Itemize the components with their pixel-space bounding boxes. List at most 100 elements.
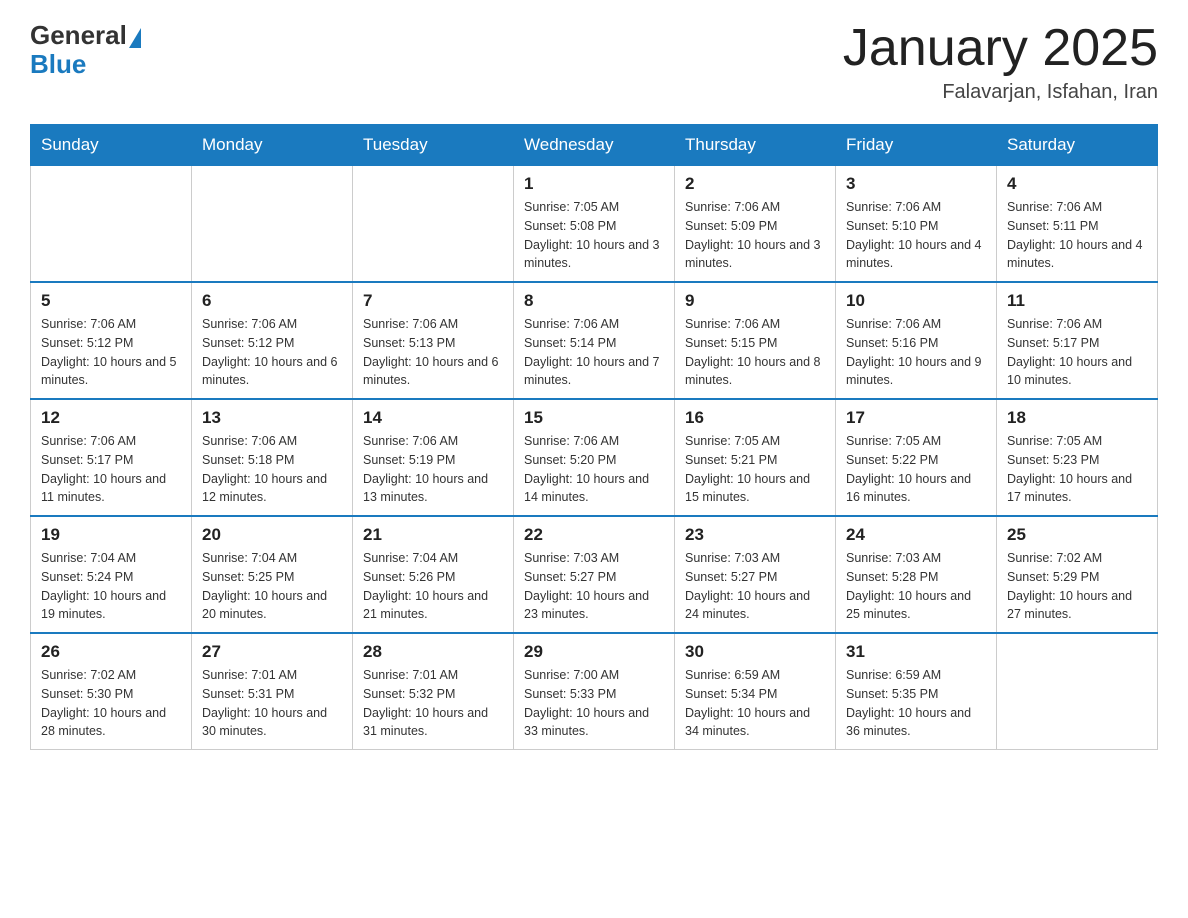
weekday-header-thursday: Thursday xyxy=(675,125,836,166)
day-info: Sunrise: 7:03 AMSunset: 5:27 PMDaylight:… xyxy=(685,549,825,624)
day-info: Sunrise: 7:06 AMSunset: 5:09 PMDaylight:… xyxy=(685,198,825,273)
day-number: 25 xyxy=(1007,525,1147,545)
day-number: 12 xyxy=(41,408,181,428)
day-info: Sunrise: 7:06 AMSunset: 5:16 PMDaylight:… xyxy=(846,315,986,390)
day-number: 23 xyxy=(685,525,825,545)
location-text: Falavarjan, Isfahan, Iran xyxy=(843,81,1158,104)
day-number: 4 xyxy=(1007,174,1147,194)
day-number: 3 xyxy=(846,174,986,194)
day-info: Sunrise: 7:06 AMSunset: 5:15 PMDaylight:… xyxy=(685,315,825,390)
day-info: Sunrise: 7:06 AMSunset: 5:18 PMDaylight:… xyxy=(202,432,342,507)
weekday-header-sunday: Sunday xyxy=(31,125,192,166)
day-info: Sunrise: 7:01 AMSunset: 5:32 PMDaylight:… xyxy=(363,666,503,741)
day-info: Sunrise: 7:05 AMSunset: 5:22 PMDaylight:… xyxy=(846,432,986,507)
day-info: Sunrise: 7:04 AMSunset: 5:25 PMDaylight:… xyxy=(202,549,342,624)
day-info: Sunrise: 7:01 AMSunset: 5:31 PMDaylight:… xyxy=(202,666,342,741)
calendar-cell: 8 Sunrise: 7:06 AMSunset: 5:14 PMDaylight… xyxy=(514,282,675,399)
calendar-cell xyxy=(192,166,353,283)
calendar-header: SundayMondayTuesdayWednesdayThursdayFrid… xyxy=(31,125,1158,166)
day-info: Sunrise: 7:06 AMSunset: 5:11 PMDaylight:… xyxy=(1007,198,1147,273)
day-info: Sunrise: 6:59 AMSunset: 5:35 PMDaylight:… xyxy=(846,666,986,741)
calendar-cell: 5 Sunrise: 7:06 AMSunset: 5:12 PMDaylight… xyxy=(31,282,192,399)
day-number: 5 xyxy=(41,291,181,311)
logo: General Blue xyxy=(30,20,141,77)
page-header: General Blue January 2025 Falavarjan, Is… xyxy=(30,20,1158,104)
calendar-cell: 4 Sunrise: 7:06 AMSunset: 5:11 PMDaylight… xyxy=(997,166,1158,283)
calendar-cell: 7 Sunrise: 7:06 AMSunset: 5:13 PMDaylight… xyxy=(353,282,514,399)
calendar-week-row: 5 Sunrise: 7:06 AMSunset: 5:12 PMDaylight… xyxy=(31,282,1158,399)
calendar-cell: 1Sunrise: 7:05 AMSunset: 5:08 PMDaylight… xyxy=(514,166,675,283)
weekday-header-friday: Friday xyxy=(836,125,997,166)
calendar-cell: 25Sunrise: 7:02 AMSunset: 5:29 PMDayligh… xyxy=(997,516,1158,633)
day-info: Sunrise: 7:06 AMSunset: 5:19 PMDaylight:… xyxy=(363,432,503,507)
day-number: 16 xyxy=(685,408,825,428)
day-number: 8 xyxy=(524,291,664,311)
calendar-cell: 29Sunrise: 7:00 AMSunset: 5:33 PMDayligh… xyxy=(514,633,675,750)
day-number: 18 xyxy=(1007,408,1147,428)
day-number: 24 xyxy=(846,525,986,545)
day-info: Sunrise: 7:06 AMSunset: 5:13 PMDaylight:… xyxy=(363,315,503,390)
day-info: Sunrise: 7:05 AMSunset: 5:21 PMDaylight:… xyxy=(685,432,825,507)
day-info: Sunrise: 7:00 AMSunset: 5:33 PMDaylight:… xyxy=(524,666,664,741)
day-info: Sunrise: 6:59 AMSunset: 5:34 PMDaylight:… xyxy=(685,666,825,741)
calendar-cell: 16 Sunrise: 7:05 AMSunset: 5:21 PMDayligh… xyxy=(675,399,836,516)
day-number: 30 xyxy=(685,642,825,662)
day-number: 19 xyxy=(41,525,181,545)
day-number: 14 xyxy=(363,408,503,428)
day-number: 13 xyxy=(202,408,342,428)
calendar-cell: 12 Sunrise: 7:06 AMSunset: 5:17 PMDayligh… xyxy=(31,399,192,516)
calendar-cell: 9 Sunrise: 7:06 AMSunset: 5:15 PMDaylight… xyxy=(675,282,836,399)
day-number: 22 xyxy=(524,525,664,545)
day-info: Sunrise: 7:02 AMSunset: 5:30 PMDaylight:… xyxy=(41,666,181,741)
day-number: 15 xyxy=(524,408,664,428)
calendar-cell: 18Sunrise: 7:05 AMSunset: 5:23 PMDayligh… xyxy=(997,399,1158,516)
calendar-cell: 19Sunrise: 7:04 AMSunset: 5:24 PMDayligh… xyxy=(31,516,192,633)
day-number: 7 xyxy=(363,291,503,311)
day-number: 28 xyxy=(363,642,503,662)
calendar-cell: 24Sunrise: 7:03 AMSunset: 5:28 PMDayligh… xyxy=(836,516,997,633)
weekday-header-monday: Monday xyxy=(192,125,353,166)
calendar-cell: 28 Sunrise: 7:01 AMSunset: 5:32 PMDayligh… xyxy=(353,633,514,750)
calendar-cell: 22 Sunrise: 7:03 AMSunset: 5:27 PMDayligh… xyxy=(514,516,675,633)
weekday-header-wednesday: Wednesday xyxy=(514,125,675,166)
calendar-cell: 20Sunrise: 7:04 AMSunset: 5:25 PMDayligh… xyxy=(192,516,353,633)
calendar-cell: 31 Sunrise: 6:59 AMSunset: 5:35 PMDayligh… xyxy=(836,633,997,750)
day-number: 26 xyxy=(41,642,181,662)
weekday-header-saturday: Saturday xyxy=(997,125,1158,166)
calendar-cell: 2 Sunrise: 7:06 AMSunset: 5:09 PMDaylight… xyxy=(675,166,836,283)
day-info: Sunrise: 7:06 AMSunset: 5:14 PMDaylight:… xyxy=(524,315,664,390)
day-number: 31 xyxy=(846,642,986,662)
day-number: 2 xyxy=(685,174,825,194)
weekday-header-tuesday: Tuesday xyxy=(353,125,514,166)
day-info: Sunrise: 7:06 AMSunset: 5:20 PMDaylight:… xyxy=(524,432,664,507)
calendar-body: 1Sunrise: 7:05 AMSunset: 5:08 PMDaylight… xyxy=(31,166,1158,750)
weekday-header-row: SundayMondayTuesdayWednesdayThursdayFrid… xyxy=(31,125,1158,166)
day-info: Sunrise: 7:03 AMSunset: 5:27 PMDaylight:… xyxy=(524,549,664,624)
calendar-cell: 27 Sunrise: 7:01 AMSunset: 5:31 PMDayligh… xyxy=(192,633,353,750)
calendar-cell: 3 Sunrise: 7:06 AMSunset: 5:10 PMDaylight… xyxy=(836,166,997,283)
day-number: 10 xyxy=(846,291,986,311)
calendar-cell: 14 Sunrise: 7:06 AMSunset: 5:19 PMDayligh… xyxy=(353,399,514,516)
calendar-cell xyxy=(997,633,1158,750)
day-info: Sunrise: 7:06 AMSunset: 5:10 PMDaylight:… xyxy=(846,198,986,273)
day-info: Sunrise: 7:06 AMSunset: 5:17 PMDaylight:… xyxy=(41,432,181,507)
day-number: 27 xyxy=(202,642,342,662)
day-info: Sunrise: 7:06 AMSunset: 5:12 PMDaylight:… xyxy=(41,315,181,390)
title-block: January 2025 Falavarjan, Isfahan, Iran xyxy=(843,20,1158,104)
calendar-table: SundayMondayTuesdayWednesdayThursdayFrid… xyxy=(30,124,1158,750)
day-info: Sunrise: 7:04 AMSunset: 5:26 PMDaylight:… xyxy=(363,549,503,624)
day-number: 9 xyxy=(685,291,825,311)
calendar-cell: 21 Sunrise: 7:04 AMSunset: 5:26 PMDayligh… xyxy=(353,516,514,633)
day-info: Sunrise: 7:05 AMSunset: 5:08 PMDaylight:… xyxy=(524,198,664,273)
calendar-cell: 13 Sunrise: 7:06 AMSunset: 5:18 PMDayligh… xyxy=(192,399,353,516)
day-number: 6 xyxy=(202,291,342,311)
logo-blue-text: Blue xyxy=(30,51,86,77)
day-number: 17 xyxy=(846,408,986,428)
day-info: Sunrise: 7:06 AMSunset: 5:17 PMDaylight:… xyxy=(1007,315,1147,390)
month-title: January 2025 xyxy=(843,20,1158,77)
calendar-cell: 23 Sunrise: 7:03 AMSunset: 5:27 PMDayligh… xyxy=(675,516,836,633)
calendar-cell: 15 Sunrise: 7:06 AMSunset: 5:20 PMDayligh… xyxy=(514,399,675,516)
calendar-week-row: 19Sunrise: 7:04 AMSunset: 5:24 PMDayligh… xyxy=(31,516,1158,633)
day-number: 21 xyxy=(363,525,503,545)
day-number: 11 xyxy=(1007,291,1147,311)
